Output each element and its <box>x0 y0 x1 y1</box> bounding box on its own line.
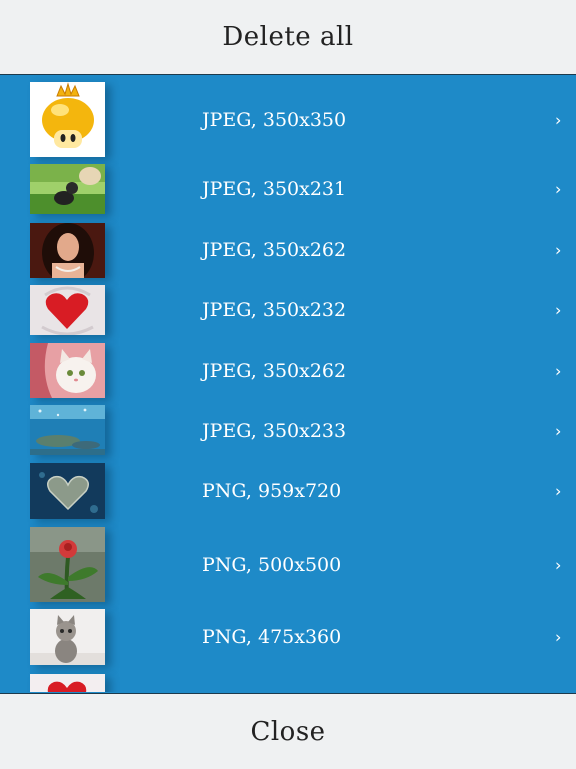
list-item[interactable]: JPEG, 350x231 › <box>0 163 576 215</box>
chevron-right-icon: › <box>555 300 562 320</box>
image-format-label: PNG, 959x720 <box>202 480 342 502</box>
rose-plant-photo <box>30 527 105 602</box>
puppy-and-cat-photo <box>30 164 105 214</box>
image-format-label: JPEG, 350x231 <box>202 178 347 200</box>
chevron-right-icon: › <box>555 421 562 441</box>
list-item[interactable]: JPEG, 350x232 › <box>0 279 576 339</box>
list-item[interactable] <box>0 669 576 692</box>
list-item[interactable]: JPEG, 350x233 › <box>0 399 576 459</box>
golden-mushroom-icon <box>30 82 105 157</box>
chevron-right-icon: › <box>555 361 562 381</box>
image-format-label: PNG, 500x500 <box>202 554 342 576</box>
delete-all-button[interactable]: Delete all <box>0 0 576 75</box>
chevron-right-icon: › <box>555 481 562 501</box>
list-item[interactable]: JPEG, 350x350 › <box>0 75 576 163</box>
delete-all-label: Delete all <box>222 22 354 52</box>
list-item[interactable]: JPEG, 350x262 › <box>0 215 576 279</box>
close-label: Close <box>250 716 326 747</box>
image-format-label: PNG, 475x360 <box>202 626 342 648</box>
red-heart-photo <box>30 674 105 692</box>
list-item[interactable]: PNG, 959x720 › <box>0 459 576 521</box>
chevron-right-icon: › <box>555 240 562 260</box>
chevron-right-icon: › <box>555 555 562 575</box>
list-item[interactable]: JPEG, 350x262 › <box>0 339 576 399</box>
image-list[interactable]: JPEG, 350x350 › JPEG, 350x231 › JPEG, 35… <box>0 75 576 692</box>
red-heart-knit-photo <box>30 285 105 335</box>
close-button[interactable]: Close <box>0 693 576 769</box>
list-item[interactable]: PNG, 500x500 › <box>0 521 576 603</box>
chevron-right-icon: › <box>555 110 562 130</box>
list-item[interactable]: PNG, 475x360 › <box>0 603 576 669</box>
image-format-label: JPEG, 350x350 <box>202 109 347 131</box>
image-format-label: JPEG, 350x232 <box>202 299 347 321</box>
woman-portrait-photo <box>30 223 105 278</box>
image-format-label: JPEG, 350x262 <box>202 239 347 261</box>
image-format-label: JPEG, 350x233 <box>202 420 347 442</box>
heart-island-photo <box>30 463 105 519</box>
chevron-right-icon: › <box>555 179 562 199</box>
underwater-turtle-photo <box>30 405 105 455</box>
white-kitten-photo <box>30 343 105 398</box>
chevron-right-icon: › <box>555 627 562 647</box>
tabby-kitten-photo <box>30 609 105 665</box>
image-format-label: JPEG, 350x262 <box>202 360 347 382</box>
